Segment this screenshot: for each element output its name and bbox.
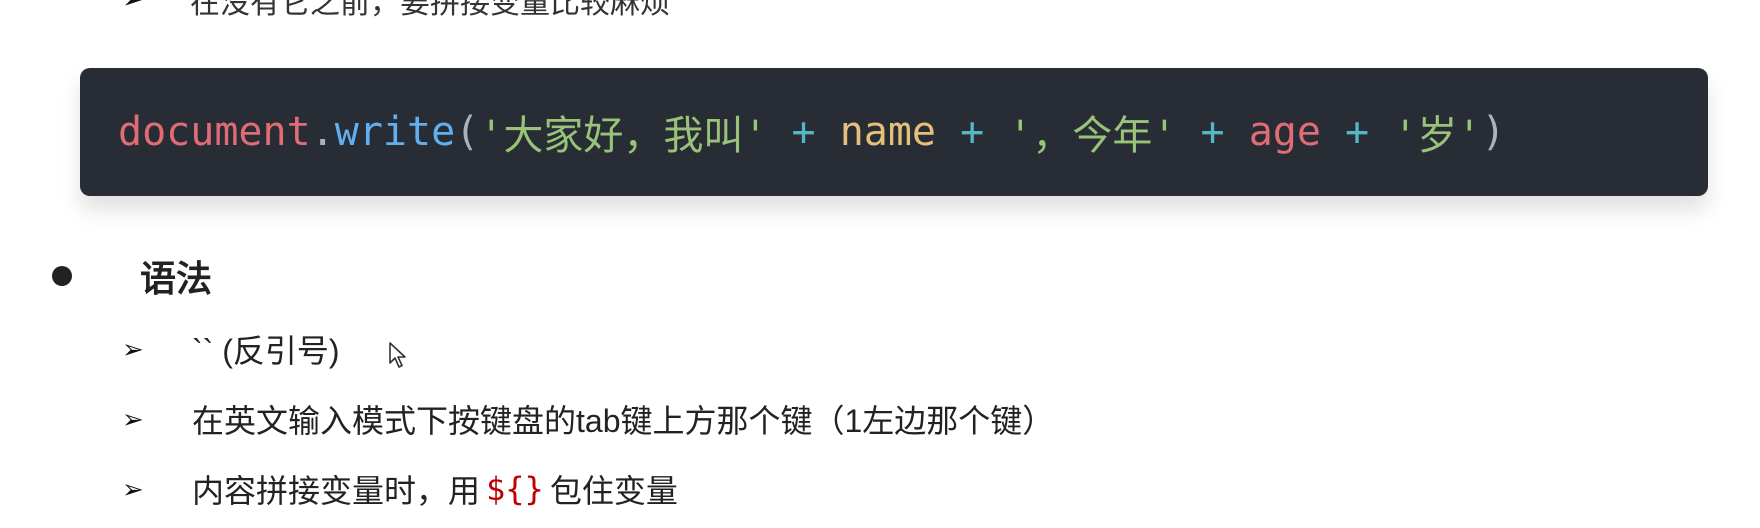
code-token: name: [839, 109, 937, 155]
list-item-text-before: 内容拼接变量时，用: [192, 473, 481, 509]
arrow-bullet-icon: ➢: [122, 333, 144, 364]
code-token: +: [1176, 109, 1249, 155]
code-token: '大家好，我叫': [479, 113, 768, 159]
list-item-interpolation: ➢ 内容拼接变量时，用 ${} 包住变量: [122, 466, 678, 512]
code-token: +: [1320, 109, 1394, 155]
code-block: document. write('大家好，我叫' + name + '，今年' +…: [80, 68, 1708, 196]
mouse-cursor-icon: [389, 342, 406, 368]
arrow-bullet-icon: ➢: [122, 473, 144, 504]
code-token: .: [310, 109, 335, 155]
list-item-backtick: ➢ `` (反引号): [122, 326, 340, 372]
top-fragment-text: 在没有它之前，要拼接变量比较麻烦: [190, 0, 670, 20]
code-token: write: [334, 109, 456, 155]
top-arrow-icon: ➢: [122, 0, 144, 15]
code-token: '，今年': [1008, 113, 1177, 159]
interpolation-syntax-highlight: ${}: [486, 470, 544, 508]
list-item-text: 在英文输入模式下按键盘的tab键上方那个键（1左边那个键）: [192, 403, 1055, 439]
code-token: +: [767, 109, 840, 155]
arrow-bullet-icon: ➢: [122, 403, 144, 434]
list-item-tab-key: ➢ 在英文输入模式下按键盘的tab键上方那个键（1左边那个键）: [122, 396, 1054, 442]
code-token: document: [118, 109, 311, 155]
section-title: 语法: [140, 258, 213, 299]
code-token: '岁': [1393, 113, 1482, 159]
code-token: (: [455, 109, 480, 155]
bullet-dot-icon: [52, 266, 72, 286]
list-item-text-after: 包住变量: [549, 473, 678, 509]
section-syntax: 语法: [48, 250, 212, 302]
code-token: age: [1248, 109, 1321, 155]
code-token: +: [936, 109, 1009, 155]
list-item-text: `` (反引号): [192, 333, 340, 369]
code-token: ): [1481, 109, 1506, 155]
